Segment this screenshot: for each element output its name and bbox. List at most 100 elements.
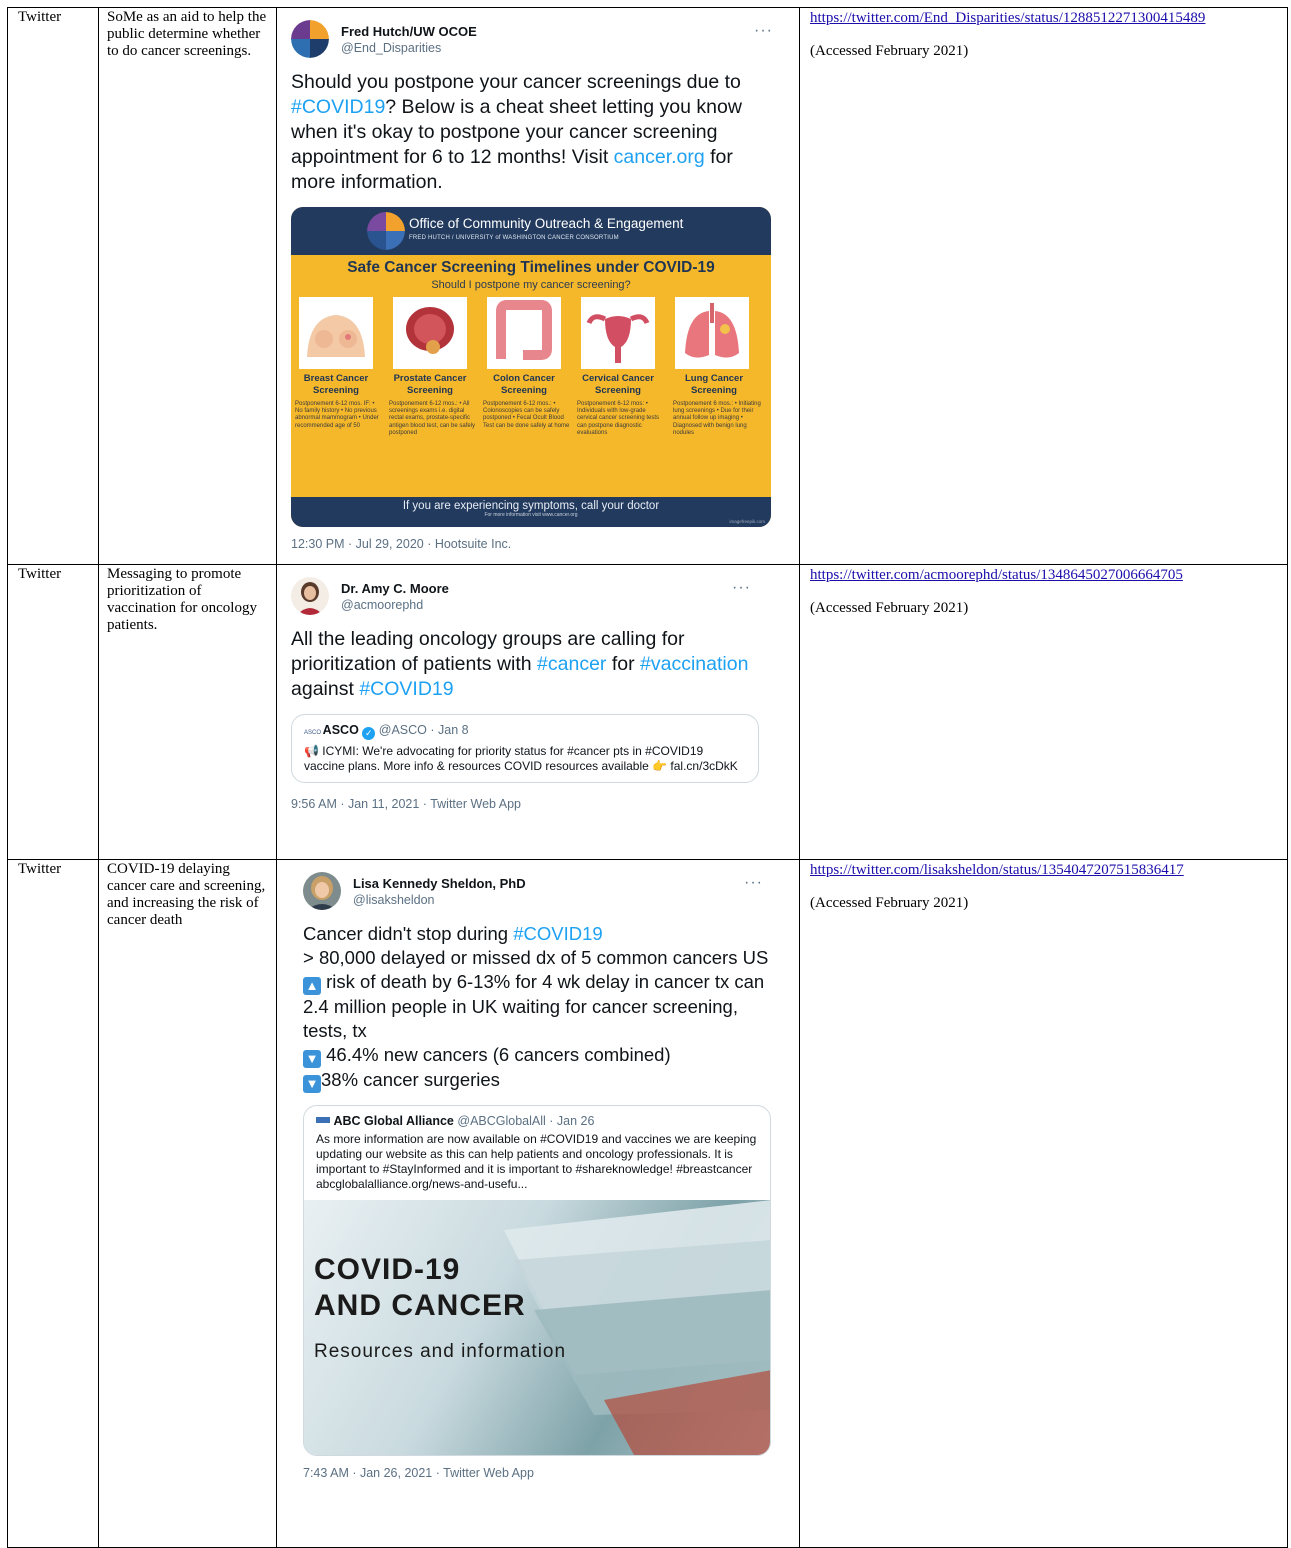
tweet-timestamp[interactable]: 12:30 PM · Jul 29, 2020 · Hootsuite Inc.	[291, 537, 781, 551]
infographic-org: Office of Community Outreach & Engagemen…	[409, 216, 684, 231]
tweet-text-line: 2.4 million people in UK waiting for can…	[303, 996, 738, 1041]
hashtag-link[interactable]: #COVID19	[359, 678, 453, 700]
tweet-text-line: 38% cancer surgeries	[321, 1069, 500, 1090]
covid-cancer-image[interactable]: COVID-19 AND CANCER Resources and inform…	[304, 1200, 770, 1455]
prostate-illustration	[393, 297, 467, 369]
accessed-note: (Accessed February 2021)	[810, 895, 969, 911]
hashtag-link[interactable]: #COVID19	[513, 923, 602, 944]
description-cell: COVID-19 delaying cancer care and screen…	[98, 859, 277, 1548]
tweet-url-link[interactable]: https://twitter.com/End_Disparities/stat…	[800, 8, 1287, 27]
breast-illustration	[299, 297, 373, 369]
quote-author-handle: @ABCGlobalAll · Jan 26	[457, 1114, 595, 1128]
infographic-title: Safe Cancer Screening Timelines under CO…	[347, 259, 715, 276]
tweet-cell: Lisa Kennedy Sheldon, PhD @lisaksheldon …	[276, 859, 800, 1548]
hashtag-link[interactable]: #vaccination	[640, 653, 748, 675]
platform-cell: Twitter	[7, 564, 99, 860]
image-heading-line2: AND CANCER	[314, 1289, 526, 1322]
tweet-card: Fred Hutch/UW OCOE @End_Disparities ··· …	[291, 16, 781, 551]
infographic-footer-text: If you are experiencing symptoms, call y…	[402, 500, 660, 512]
quote-text: As more information are now available on…	[316, 1132, 757, 1191]
url-cell: https://twitter.com/End_Disparities/stat…	[799, 7, 1288, 565]
resource-table: Twitter SoMe as an aid to help the publi…	[7, 7, 1288, 1548]
ocoe-avatar	[291, 20, 329, 58]
platform-label: Twitter	[18, 9, 62, 25]
infographic-question: Should I postpone my cancer screening?	[431, 279, 631, 291]
tweet-text-part: against	[291, 678, 360, 700]
tweet-text-part: Should you postpone your cancer screenin…	[291, 71, 741, 93]
table-row: Twitter Messaging to promote prioritizat…	[7, 564, 1288, 860]
more-options-icon[interactable]: ···	[732, 579, 751, 597]
tweet-timestamp[interactable]: 7:43 AM · Jan 26, 2021 · Twitter Web App	[303, 1466, 771, 1480]
colon-screening-title: Colon Cancer Screening	[493, 373, 555, 396]
accessed-note: (Accessed February 2021)	[810, 43, 969, 59]
hashtag-link[interactable]: #cancer	[537, 653, 606, 675]
quote-author-name: ASCO	[322, 723, 359, 737]
platform-label: Twitter	[18, 566, 62, 582]
quote-author-handle: @ASCO · Jan 8	[378, 723, 469, 737]
lung-screening-text: Postponement 6 mos.: • Initiating lung s…	[673, 401, 761, 436]
tweet-url-link[interactable]: https://twitter.com/acmoorephd/status/13…	[800, 565, 1287, 584]
tweet-text-line: risk of death by 6-13% for 4 wk delay in…	[326, 971, 765, 992]
description-text: SoMe as an aid to help the public determ…	[107, 9, 267, 59]
tweet-cell: Dr. Amy C. Moore @acmoorephd ··· All the…	[276, 564, 800, 860]
description-cell: Messaging to promote prioritization of v…	[98, 564, 277, 860]
breast-screening-text: Postponement 6-12 mos. IF: • No family h…	[295, 401, 379, 429]
quoted-tweet[interactable]: ASCO ASCO ✓ @ASCO · Jan 8 📢 ICYMI: We're…	[291, 714, 759, 783]
arrow-up-icon: ▲	[303, 977, 321, 995]
colon-illustration	[487, 297, 561, 369]
tweet-card: Dr. Amy C. Moore @acmoorephd ··· All the…	[291, 573, 759, 811]
tweet-timestamp[interactable]: 9:56 AM · Jan 11, 2021 · Twitter Web App	[291, 797, 759, 811]
screening-infographic[interactable]: Office of Community Outreach & Engagemen…	[291, 207, 771, 527]
asco-logo-icon: ASCO	[304, 730, 323, 736]
description-text: Messaging to promote prioritization of v…	[107, 566, 257, 633]
breast-screening-title: Breast Cancer Screening	[303, 373, 369, 396]
url-cell: https://twitter.com/lisaksheldon/status/…	[799, 859, 1288, 1548]
more-options-icon[interactable]: ···	[744, 874, 763, 892]
accessed-note: (Accessed February 2021)	[810, 600, 969, 616]
cervical-screening-title: Cervical Cancer Screening	[582, 373, 654, 396]
tweet-author-handle[interactable]: @lisaksheldon	[353, 893, 434, 907]
tweet-author-name[interactable]: Lisa Kennedy Sheldon, PhD	[353, 876, 526, 891]
arrow-down-icon: ▼	[303, 1075, 321, 1093]
tweet-text-line: > 80,000 delayed or missed dx of 5 commo…	[303, 947, 769, 968]
tweet-text: Cancer didn't stop during #COVID19 > 80,…	[303, 922, 771, 1093]
image-credit: imagefreepik.com	[729, 519, 765, 524]
description-text: COVID-19 delaying cancer care and screen…	[107, 861, 266, 928]
infographic-footer-small: For more information visit www.cancer.or…	[484, 512, 578, 518]
lisa-sheldon-avatar	[303, 872, 341, 910]
platform-cell: Twitter	[7, 859, 99, 1548]
description-cell: SoMe as an aid to help the public determ…	[98, 7, 277, 565]
tweet-text-line: 46.4% new cancers (6 cancers combined)	[326, 1044, 671, 1065]
platform-label: Twitter	[18, 861, 62, 877]
quote-author-name: ABC Global Alliance	[333, 1114, 454, 1128]
amy-moore-avatar	[291, 577, 329, 615]
quoted-tweet[interactable]: ABC Global Alliance @ABCGlobalAll · Jan …	[303, 1105, 771, 1456]
more-options-icon[interactable]: ···	[754, 22, 773, 40]
prostate-screening-text: Postponement 6-12 mos.: • All screenings…	[389, 401, 476, 436]
tweet-text: Should you postpone your cancer screenin…	[291, 70, 781, 195]
quote-text: 📢 ICYMI: We're advocating for priority s…	[304, 744, 738, 773]
abc-logo-icon	[316, 1117, 330, 1123]
tweet-cell: Fred Hutch/UW OCOE @End_Disparities ··· …	[276, 7, 800, 565]
tweet-author-handle[interactable]: @End_Disparities	[341, 41, 441, 55]
prostate-screening-title: Prostate Cancer Screening	[393, 373, 467, 396]
tweet-author-name[interactable]: Dr. Amy C. Moore	[341, 581, 449, 596]
tweet-text-part: for	[606, 653, 641, 675]
platform-cell: Twitter	[7, 7, 99, 565]
image-subheading: Resources and information	[314, 1341, 567, 1362]
tweet-text: All the leading oncology groups are call…	[291, 627, 759, 702]
tweet-text-part: Cancer didn't stop during	[303, 923, 514, 944]
lung-illustration	[675, 297, 749, 369]
tweet-url-link[interactable]: https://twitter.com/lisaksheldon/status/…	[800, 860, 1287, 879]
ocoe-logo	[367, 212, 405, 250]
url-link[interactable]: cancer.org	[614, 146, 705, 168]
hashtag-link[interactable]: #COVID19	[291, 96, 385, 118]
url-cell: https://twitter.com/acmoorephd/status/13…	[799, 564, 1288, 860]
tweet-author-name[interactable]: Fred Hutch/UW OCOE	[341, 24, 477, 39]
colon-screening-text: Postponement 6-12 mos.: • Colonoscopies …	[483, 401, 570, 429]
infographic-footer: If you are experiencing symptoms, call y…	[291, 497, 771, 527]
verified-badge-icon: ✓	[362, 727, 376, 740]
tweet-author-handle[interactable]: @acmoorephd	[341, 598, 423, 612]
image-heading-line1: COVID-19	[314, 1253, 461, 1286]
cervical-screening-text: Postponement 6-12 mos: • Individuals wit…	[577, 401, 660, 436]
